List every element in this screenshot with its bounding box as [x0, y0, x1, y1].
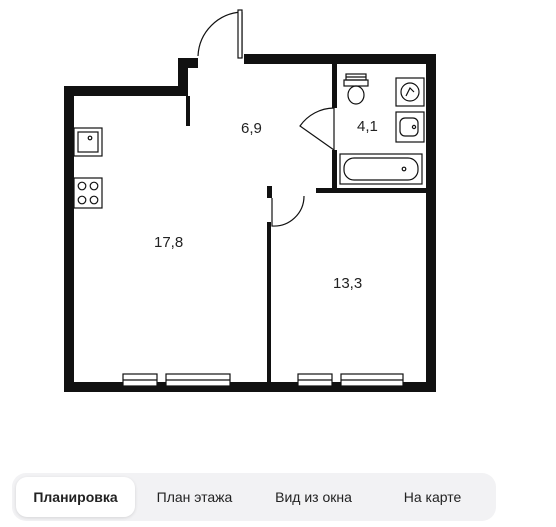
tab-floor-plan[interactable]: План этажа	[135, 477, 254, 517]
stove-icon	[73, 177, 103, 209]
view-tabs: Планировка План этажа Вид из окна На кар…	[12, 473, 496, 521]
floor-plan: 17,8 6,9 4,1 13,3	[64, 9, 436, 392]
room-area-hall: 6,9	[241, 120, 262, 137]
bathroom-fixtures	[339, 73, 425, 185]
washing-machine-icon	[395, 77, 425, 107]
room-area-bathroom: 4,1	[357, 118, 378, 135]
room-area-kitchen-living: 17,8	[154, 234, 183, 251]
tab-map[interactable]: На карте	[373, 477, 492, 517]
doors	[197, 9, 335, 227]
tab-layout[interactable]: Планировка	[16, 477, 135, 517]
room-area-bedroom: 13,3	[333, 275, 362, 292]
kitchen-fixtures	[73, 127, 103, 209]
walls	[64, 54, 436, 392]
tab-window-view[interactable]: Вид из окна	[254, 477, 373, 517]
